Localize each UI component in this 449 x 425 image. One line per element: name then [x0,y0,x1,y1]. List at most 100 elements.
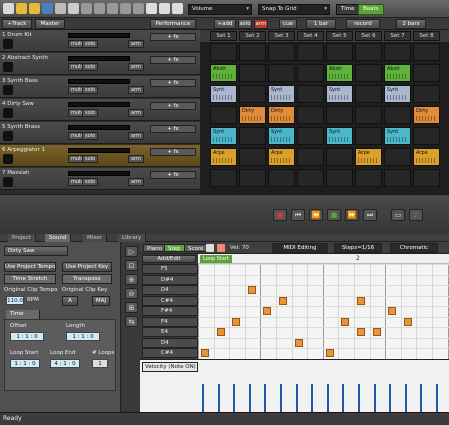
tuner-icon[interactable]: ♪ [409,209,423,221]
key-row[interactable]: D#4 [142,274,198,285]
clip[interactable]: Synt [210,85,237,103]
clip-slot[interactable] [297,127,324,145]
clip-slot[interactable] [355,43,382,61]
save-icon[interactable] [42,3,53,14]
performance-button[interactable]: Performance [150,19,196,29]
add-edit-button[interactable]: Add/Edit [142,255,196,263]
velocity-bar[interactable] [280,384,282,412]
track-row[interactable]: 3 Synth Bass mute solo arm + fx [0,76,200,98]
set-header-1[interactable]: Set 1 [210,31,237,41]
solo-button[interactable]: solo [82,86,99,94]
add-fx-button[interactable]: + fx [150,56,196,64]
velocity-bar[interactable] [248,384,251,412]
set-header-5[interactable]: Set 5 [326,31,353,41]
clip-slot[interactable] [355,127,382,145]
velocity-bar[interactable] [264,384,267,412]
clip-slot[interactable] [413,43,440,61]
clip[interactable]: Synt [384,127,411,145]
clip[interactable]: Synt [268,127,295,145]
velocity-bar[interactable] [326,384,329,412]
cut-icon[interactable] [81,3,92,14]
export-icon[interactable] [55,3,66,14]
beats-button[interactable]: Beats [358,4,384,15]
clip-slot[interactable] [210,106,237,124]
clip[interactable]: Abstr [326,64,353,82]
note-step[interactable] [247,286,256,294]
pencil-icon[interactable] [172,3,183,14]
pencil-tool-icon[interactable] [206,244,214,252]
note-step[interactable] [388,307,397,315]
search-icon[interactable] [146,3,157,14]
tab-score[interactable]: Score [184,244,208,252]
clip[interactable]: Synt [384,85,411,103]
key-row[interactable]: F#4 [142,306,198,316]
arm-button[interactable]: arm [128,63,144,71]
velocity-bar[interactable] [436,384,438,412]
clip-slot[interactable] [413,127,440,145]
track-row[interactable]: 1 Drum Kit mute solo arm + fx [0,30,200,52]
skip-end-icon[interactable]: ⏭ [363,209,377,221]
key-row[interactable]: E4 [142,327,198,337]
instrument-icon[interactable] [3,85,13,95]
set-header-2[interactable]: Set 2 [239,31,266,41]
clip[interactable]: Arpe [210,148,237,166]
automation-select[interactable]: Volume ▾ [188,4,252,15]
clip-slot[interactable] [239,43,266,61]
velocity-bar[interactable] [373,384,376,412]
clip-slot[interactable] [413,169,440,187]
clip-slot[interactable] [355,169,382,187]
paste-icon[interactable] [107,3,118,14]
note-step[interactable] [372,328,381,336]
arm-button[interactable]: arm [128,109,144,117]
key-row[interactable]: D4 [142,337,198,348]
track-row[interactable]: 5 Synth Brass mute solo arm + fx [0,122,200,144]
loop-end-field[interactable]: 4 : 1 : 0 [50,359,80,368]
arm-button[interactable]: arm [254,19,268,29]
set-header-6[interactable]: Set 6 [355,31,382,41]
velocity-bar[interactable] [342,384,345,412]
set-header-7[interactable]: Set 7 [384,31,411,41]
key-row[interactable]: D4 [142,285,198,295]
zoom-out-icon[interactable]: ⊖ [125,288,138,299]
clip-slot[interactable] [326,106,353,124]
redo-icon[interactable] [133,3,144,14]
clip-slot[interactable] [239,169,266,187]
note-step[interactable] [294,338,303,347]
clip-slot[interactable] [355,85,382,103]
tab-library[interactable]: Library [118,234,147,242]
key-row[interactable]: F4 [142,316,198,327]
zoom-icon[interactable] [159,3,170,14]
add-fx-button[interactable]: + fx [150,102,196,110]
track-row[interactable]: 6 Arpeggiator 1 mute solo arm + fx [0,145,200,167]
instrument-icon[interactable] [3,154,13,164]
clip-slot[interactable] [268,43,295,61]
velocity-bar[interactable] [295,384,298,412]
solo-button[interactable]: solo [82,109,99,117]
velocity-bar[interactable] [311,384,314,412]
tab-time[interactable]: Time [6,310,40,319]
key-row[interactable]: C#4 [142,295,198,306]
zoom-in-icon[interactable]: ⊕ [125,274,138,285]
clip-slot[interactable] [384,106,411,124]
tab-project[interactable]: Project [8,234,36,242]
volume-slider[interactable] [68,79,130,84]
clip-slot[interactable] [326,169,353,187]
clip-slot[interactable] [239,64,266,82]
cue-button[interactable]: cue [279,19,297,29]
clip[interactable]: Synt [210,127,237,145]
set-header-4[interactable]: Set 4 [297,31,324,41]
add-fx-button[interactable]: + fx [150,79,196,87]
bar-select[interactable]: 1 bar [306,19,336,29]
tab-step[interactable]: Step [164,244,185,252]
note-step[interactable] [357,296,365,305]
instrument-icon[interactable] [3,177,13,187]
track-row[interactable]: 2 Abstract Synth mute solo arm + fx [0,53,200,75]
add-fx-button[interactable]: + fx [150,171,196,179]
solo-button[interactable]: solo [82,132,99,140]
clip-slot[interactable] [297,43,324,61]
clip-slot[interactable] [297,148,324,166]
solo-button[interactable]: solo [82,40,99,48]
clip[interactable]: Synt [326,85,353,103]
note-step[interactable] [325,349,334,357]
note-step[interactable] [201,349,209,357]
